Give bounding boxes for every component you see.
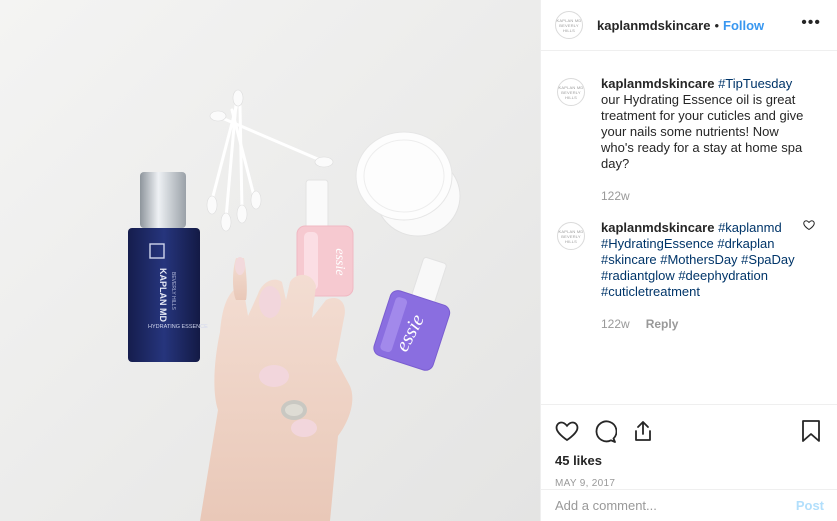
- bottle-brand: KAPLAN MD: [158, 268, 168, 322]
- avatar[interactable]: KAPLAN MD BEVERLY HILLS: [557, 222, 585, 250]
- comment-time[interactable]: 122w: [601, 316, 630, 332]
- comments-list[interactable]: KAPLAN MD BEVERLY HILLS kaplanmdskincare…: [541, 52, 837, 404]
- post-header: KAPLAN MD BEVERLY HILLS kaplanmdskincare…: [541, 0, 837, 51]
- add-comment-bar: Post: [541, 489, 837, 521]
- caption-text: our Hydrating Essence oil is great treat…: [601, 92, 804, 171]
- like-heart-icon[interactable]: [555, 419, 579, 443]
- post-photo-illustration: essie essie KAPLAN MD BEVERLY HILLS HYDR…: [0, 0, 540, 521]
- comment-input[interactable]: [555, 498, 796, 513]
- like-count[interactable]: 45 likes: [555, 453, 822, 468]
- avatar-text: KAPLAN MD BEVERLY HILLS: [558, 228, 584, 244]
- pink-polish-label: essie: [332, 248, 347, 275]
- follow-button[interactable]: Follow: [723, 18, 764, 33]
- bookmark-icon[interactable]: [800, 419, 822, 443]
- more-options-icon[interactable]: •••: [801, 14, 821, 32]
- bottle-product: HYDRATING ESSENCE: [148, 324, 208, 330]
- bottle-sub: BEVERLY HILLS: [170, 272, 176, 311]
- comment-body: kaplanmdskincare #kaplanmd #HydratingEss…: [601, 220, 813, 332]
- header-dot: •: [714, 17, 720, 33]
- share-icon[interactable]: [631, 419, 655, 443]
- comment-hashtags: KAPLAN MD BEVERLY HILLS kaplanmdskincare…: [557, 220, 822, 332]
- caption-body: kaplanmdskincare #TipTuesday our Hydrati…: [601, 76, 813, 204]
- caption-hashtag[interactable]: #TipTuesday: [718, 76, 792, 91]
- caption-username[interactable]: kaplanmdskincare: [601, 76, 714, 91]
- post-modal: essie essie KAPLAN MD BEVERLY HILLS HYDR…: [0, 0, 837, 521]
- comment-username[interactable]: kaplanmdskincare: [601, 220, 714, 235]
- post-date[interactable]: MAY 9, 2017: [555, 478, 822, 489]
- comment-bubble-icon[interactable]: [593, 419, 617, 443]
- avatar[interactable]: KAPLAN MD BEVERLY HILLS: [557, 78, 585, 106]
- caption-comment: KAPLAN MD BEVERLY HILLS kaplanmdskincare…: [557, 76, 822, 204]
- caption-time[interactable]: 122w: [601, 188, 630, 204]
- header-username[interactable]: kaplanmdskincare: [597, 18, 710, 33]
- comment-meta: 122w Reply: [601, 316, 813, 332]
- comment-like-heart-icon[interactable]: [803, 219, 815, 234]
- post-comment-button[interactable]: Post: [796, 498, 824, 513]
- avatar-text: KAPLAN MD BEVERLY HILLS: [558, 84, 584, 100]
- post-photo[interactable]: essie essie KAPLAN MD BEVERLY HILLS HYDR…: [0, 0, 540, 521]
- post-actions: 45 likes MAY 9, 2017: [541, 404, 837, 489]
- caption-meta: 122w: [601, 188, 813, 204]
- avatar-text: KAPLAN MD BEVERLY HILLS: [556, 17, 582, 33]
- post-sidebar: KAPLAN MD BEVERLY HILLS kaplanmdskincare…: [540, 0, 837, 521]
- reply-button[interactable]: Reply: [646, 316, 679, 332]
- avatar[interactable]: KAPLAN MD BEVERLY HILLS: [555, 11, 583, 39]
- action-icons: [555, 411, 822, 451]
